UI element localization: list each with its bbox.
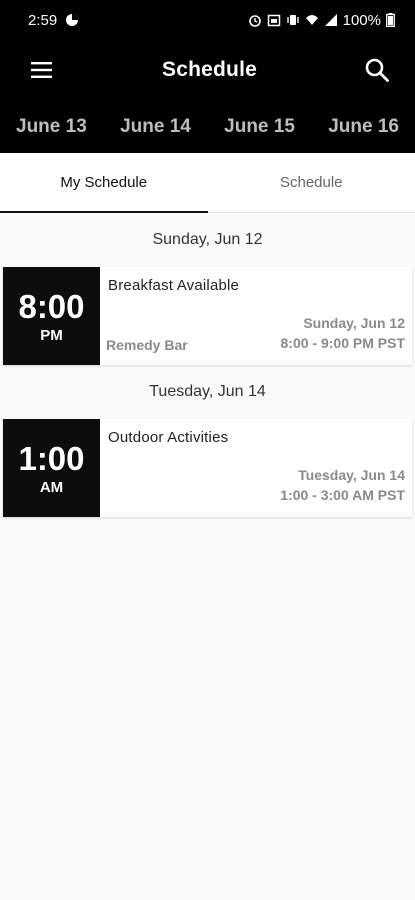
day-header: Tuesday, Jun 14 [149,383,266,400]
event-details: Breakfast Available Remedy Bar Sunday, J… [100,267,412,365]
top-app-bar: 2:59 100% Schedule June 13 June 14 June … [0,0,415,153]
menu-button[interactable] [28,56,56,84]
event-title: Outdoor Activities [108,429,229,446]
page-title: Schedule [162,58,257,81]
date-tab-june-16[interactable]: June 16 [328,116,399,138]
event-card-breakfast[interactable]: 8:00 PM Breakfast Available Remedy Bar S… [3,267,412,365]
schedule-list: Sunday, Jun 12 8:00 PM Breakfast Availab… [0,213,415,517]
view-tabs: My Schedule Schedule [0,153,415,213]
status-time: 2:59 [28,11,58,29]
event-date: Sunday, Jun 12 [303,315,405,331]
event-meta: Tuesday, Jun 14 1:00 - 3:00 AM PST [280,465,405,505]
data-saver-icon [66,14,79,26]
day-header: Sunday, Jun 12 [152,231,263,248]
event-ampm: AM [39,478,64,496]
event-card-outdoor-activities[interactable]: 1:00 AM Outdoor Activities Tuesday, Jun … [3,419,412,517]
event-time-box: 8:00 PM [3,267,100,365]
search-icon [365,58,389,82]
app-bar: Schedule [0,40,415,100]
menu-icon [31,62,52,78]
calendar-icon [267,14,280,27]
event-start-time: 8:00 [18,287,85,325]
signal-icon [324,14,337,26]
event-details: Outdoor Activities Tuesday, Jun 14 1:00 … [100,419,412,517]
date-tab-june-14[interactable]: June 14 [120,116,191,138]
event-time-range: 8:00 - 9:00 PM PST [280,335,406,351]
tab-schedule[interactable]: Schedule [208,153,415,212]
date-tabs: June 13 June 14 June 15 June 16 [0,100,415,153]
event-location: Remedy Bar [106,337,188,353]
event-time-box: 1:00 AM [3,419,100,517]
active-tab-indicator [0,211,208,213]
tab-my-schedule[interactable]: My Schedule [0,153,208,212]
date-tab-june-13[interactable]: June 13 [16,116,87,138]
vibrate-icon [286,15,299,25]
event-ampm: PM [40,326,63,344]
battery-percent: 100% [342,11,381,29]
event-time-range: 1:00 - 3:00 AM PST [280,487,405,503]
event-meta: Sunday, Jun 12 8:00 - 9:00 PM PST [281,313,406,353]
event-title: Breakfast Available [108,277,240,294]
event-date: Tuesday, Jun 14 [298,467,405,483]
status-bar: 2:59 100% [0,0,415,40]
search-button[interactable] [363,56,391,84]
event-start-time: 1:00 [18,439,85,477]
date-tab-june-15[interactable]: June 15 [224,116,295,138]
wifi-icon [305,15,318,25]
battery-icon [386,13,395,27]
alarm-icon [248,15,261,27]
